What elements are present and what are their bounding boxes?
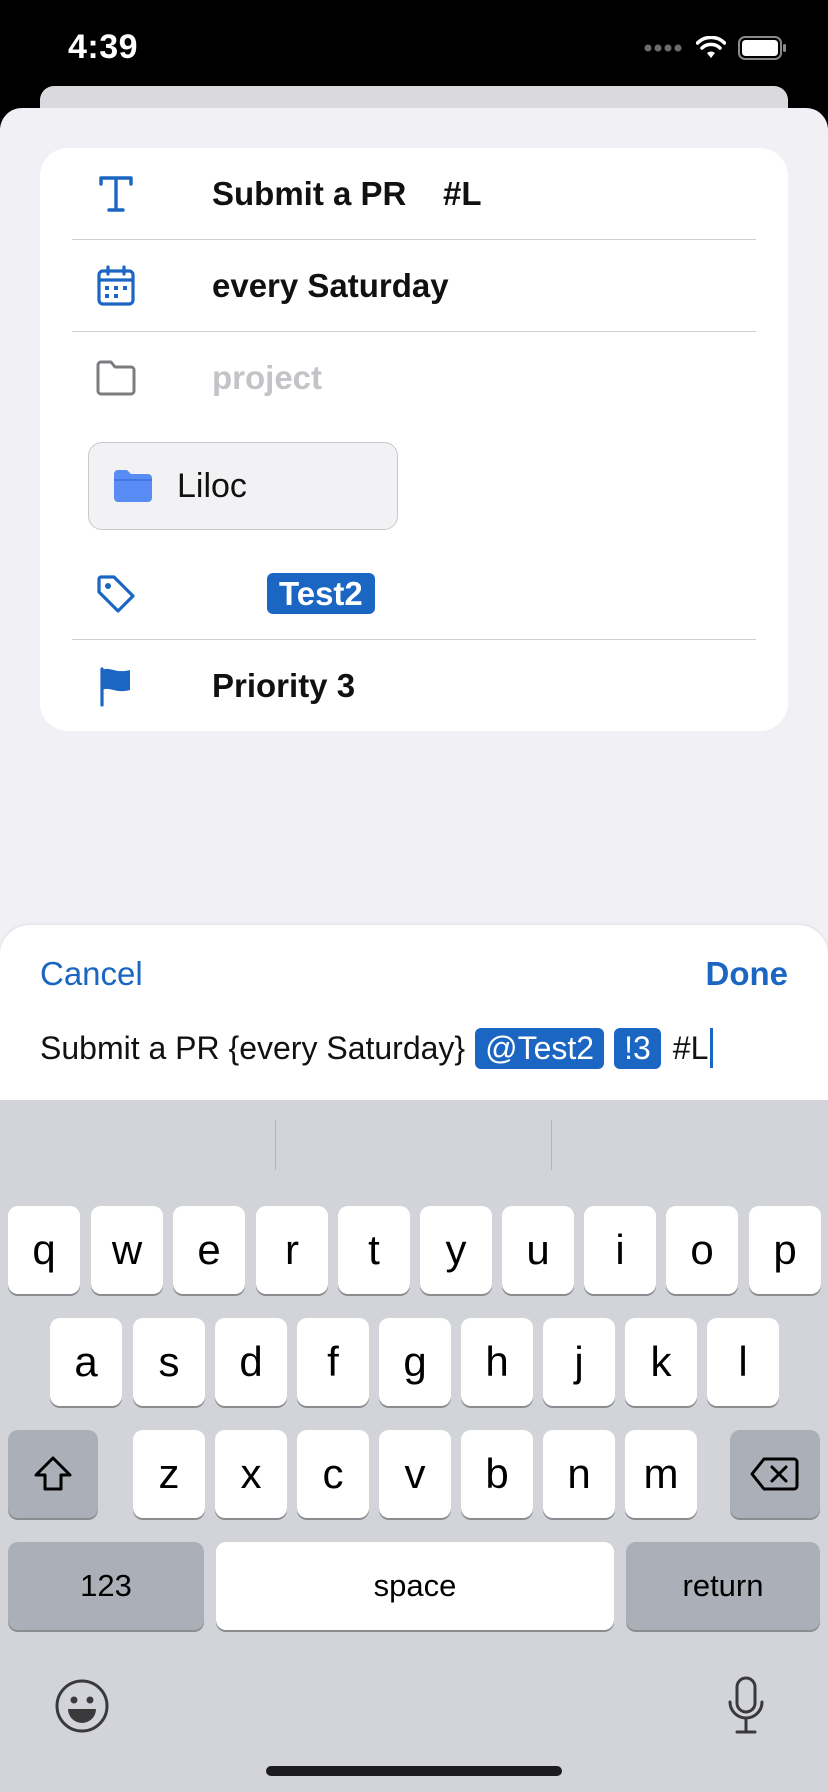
due-text: every Saturday xyxy=(212,267,449,304)
key-s[interactable]: s xyxy=(133,1318,205,1406)
input-tag-pill: @Test2 xyxy=(475,1027,605,1069)
battery-icon xyxy=(738,36,786,60)
numbers-key[interactable]: 123 xyxy=(8,1542,204,1630)
priority-text: Priority 3 xyxy=(212,667,356,704)
emoji-icon[interactable] xyxy=(54,1678,110,1739)
tag-row[interactable]: Test2 xyxy=(72,548,756,640)
key-i[interactable]: i xyxy=(584,1206,656,1294)
key-m[interactable]: m xyxy=(625,1430,697,1518)
project-suggestion-label: Liloc xyxy=(177,466,247,505)
calendar-icon xyxy=(94,264,138,308)
suggestion-divider xyxy=(275,1120,276,1170)
key-a[interactable]: a xyxy=(50,1318,122,1406)
project-placeholder: project xyxy=(212,359,323,396)
wifi-icon xyxy=(696,36,726,58)
title-row[interactable]: Submit a PR #L xyxy=(72,148,756,240)
input-text: Submit a PR {every Saturday} xyxy=(40,1029,466,1066)
quick-add-editor: Cancel Done Submit a PR {every Saturday}… xyxy=(0,925,828,1100)
key-n[interactable]: n xyxy=(543,1430,615,1518)
return-key[interactable]: return xyxy=(626,1542,820,1630)
key-w[interactable]: w xyxy=(91,1206,163,1294)
key-t[interactable]: t xyxy=(338,1206,410,1294)
space-key[interactable]: space xyxy=(216,1542,614,1630)
key-q[interactable]: q xyxy=(8,1206,80,1294)
task-detail-card: Submit a PR #L every Saturday project Li… xyxy=(40,148,788,731)
signal-icon xyxy=(644,44,682,52)
key-u[interactable]: u xyxy=(502,1206,574,1294)
text-caret xyxy=(710,1028,714,1068)
status-bar: 4:39 xyxy=(0,0,828,100)
key-f[interactable]: f xyxy=(297,1318,369,1406)
shift-icon xyxy=(34,1456,72,1491)
key-o[interactable]: o xyxy=(666,1206,738,1294)
cancel-button[interactable]: Cancel xyxy=(40,955,143,993)
folder-outline-icon xyxy=(94,356,138,400)
status-time: 4:39 xyxy=(68,28,139,66)
key-c[interactable]: c xyxy=(297,1430,369,1518)
tag-icon xyxy=(94,572,138,616)
key-z[interactable]: z xyxy=(133,1430,205,1518)
key-p[interactable]: p xyxy=(749,1206,821,1294)
shift-key[interactable] xyxy=(8,1430,98,1518)
key-g[interactable]: g xyxy=(379,1318,451,1406)
microphone-icon[interactable] xyxy=(726,1676,766,1741)
tag-pill[interactable]: Test2 xyxy=(267,573,375,614)
input-tail-text: #L xyxy=(672,1029,709,1066)
task-input[interactable]: Submit a PR {every Saturday} @Test2 !3 #… xyxy=(40,1023,714,1073)
key-h[interactable]: h xyxy=(461,1318,533,1406)
due-row[interactable]: every Saturday xyxy=(72,240,756,332)
suggestion-divider xyxy=(551,1120,552,1170)
folder-filled-icon xyxy=(113,469,153,508)
priority-row[interactable]: Priority 3 xyxy=(72,640,756,732)
key-v[interactable]: v xyxy=(379,1430,451,1518)
task-title: Submit a PR #L xyxy=(212,175,482,212)
status-indicators xyxy=(644,36,788,60)
delete-icon xyxy=(750,1457,799,1491)
project-row[interactable]: project xyxy=(72,332,756,424)
delete-key[interactable] xyxy=(730,1430,820,1518)
key-l[interactable]: l xyxy=(707,1318,779,1406)
key-d[interactable]: d xyxy=(215,1318,287,1406)
key-b[interactable]: b xyxy=(461,1430,533,1518)
flag-icon xyxy=(94,664,138,708)
text-icon xyxy=(94,172,138,216)
tag-text: Test2 xyxy=(212,537,375,651)
key-x[interactable]: x xyxy=(215,1430,287,1518)
keyboard: q w e r t y u i o p a s d f g h j k l z … xyxy=(0,1100,828,1792)
key-r[interactable]: r xyxy=(256,1206,328,1294)
input-priority-pill: !3 xyxy=(614,1027,661,1069)
key-e[interactable]: e xyxy=(173,1206,245,1294)
home-indicator[interactable] xyxy=(266,1766,562,1776)
done-button[interactable]: Done xyxy=(706,955,789,993)
key-j[interactable]: j xyxy=(543,1318,615,1406)
key-y[interactable]: y xyxy=(420,1206,492,1294)
key-k[interactable]: k xyxy=(625,1318,697,1406)
project-suggestion-chip[interactable]: Liloc xyxy=(88,442,398,530)
